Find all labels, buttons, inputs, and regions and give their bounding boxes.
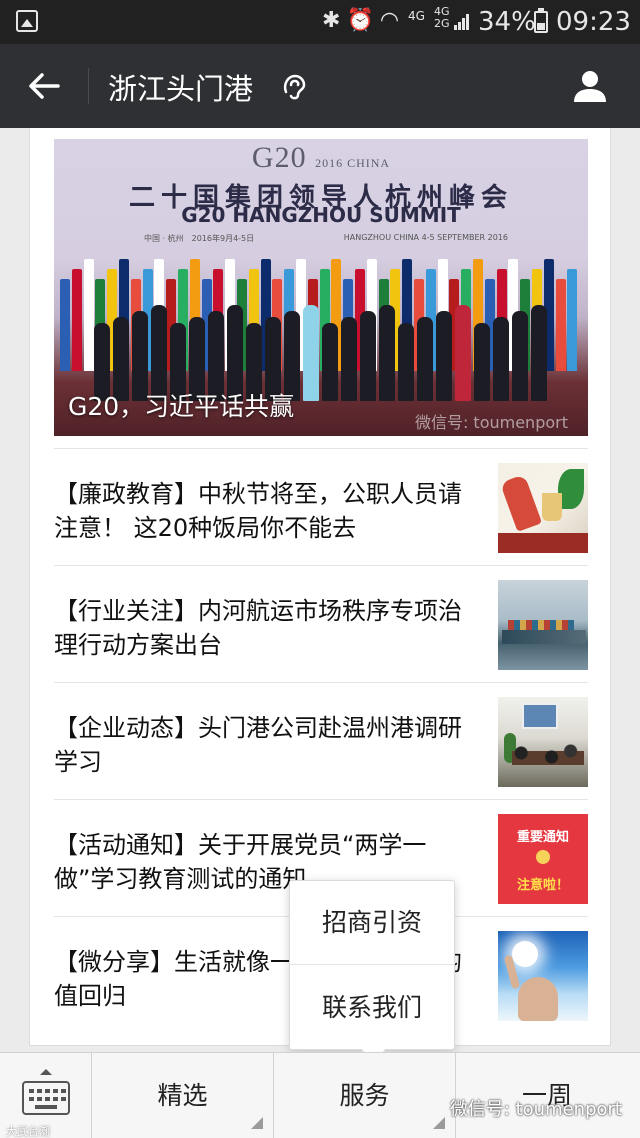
network-stack: 4G 2G: [434, 5, 450, 30]
bottom-watermark-small: 大武台潮: [6, 1125, 50, 1138]
alarm-icon: ⏰: [346, 8, 380, 33]
leader-figure: [303, 305, 319, 401]
header-divider: [88, 68, 89, 104]
article-thumbnail: 重要通知 注意啦！: [498, 814, 588, 904]
leader-figure: [379, 305, 395, 401]
wifi-icon: ◠: [379, 8, 406, 33]
article-thumbnail: [498, 931, 588, 1021]
submenu-item-contact[interactable]: 联系我们: [290, 966, 454, 1050]
flag: [567, 269, 578, 371]
leader-figure: [417, 317, 433, 401]
menu-featured[interactable]: 精选: [92, 1053, 274, 1138]
leader-figure: [436, 311, 452, 401]
flag: [71, 269, 82, 371]
flag: [60, 279, 70, 371]
battery-percent: 34%: [478, 7, 536, 37]
chevron-up-icon: [40, 1069, 52, 1075]
article-title: 【廉政教育】中秋节将至，公职人员请注意！ 这20种饭局你不能去: [54, 480, 462, 542]
page-title: 浙江头门港: [108, 72, 254, 106]
bluetooth-icon: ✱: [322, 8, 347, 33]
leader-figure: [455, 305, 471, 401]
leader-figure: [322, 323, 338, 401]
leader-figure: [512, 311, 528, 401]
gallery-icon: [16, 10, 38, 32]
leaders-group: [94, 289, 548, 401]
clock: 09:23: [556, 7, 631, 37]
title-bar: 浙江头门港: [0, 44, 640, 128]
article-title: 【企业动态】头门港公司赴温州港调研学习: [54, 714, 462, 776]
article-thumbnail: [498, 580, 588, 670]
banner-meta: 中国 · 杭州 2016年9月4-5日 HANGZHOU CHINA 4-5 S…: [144, 233, 508, 243]
battery-icon: [534, 8, 548, 33]
hero-banner[interactable]: G20 2016 CHINA 二十国集团领导人杭州峰会 G20 HANGZHOU…: [54, 139, 588, 436]
service-submenu: 招商引资 联系我们: [289, 880, 455, 1050]
submenu-indicator-icon: [251, 1117, 263, 1129]
signal-icon: [454, 14, 470, 30]
article-item[interactable]: 【行业关注】内河航运市场秩序专项治理行动方案出台: [54, 565, 588, 682]
menu-service[interactable]: 服务: [274, 1053, 456, 1138]
banner-title-en: G20 HANGZHOU SUMMIT: [181, 203, 461, 227]
leader-figure: [398, 323, 414, 401]
hero-caption: G20，习近平话共赢: [68, 392, 295, 421]
leader-figure: [531, 305, 547, 401]
network-type: 4G: [408, 9, 425, 23]
article-thumbnail: [498, 697, 588, 787]
bottom-watermark: 微信号: toumenport: [449, 1099, 622, 1120]
party-emblem-icon: [536, 850, 550, 864]
leader-figure: [493, 317, 509, 401]
submenu-item-investment[interactable]: 招商引资: [290, 881, 454, 965]
bottom-menu-bar: 精选 服务 一周 微信号: toumenport 大武台潮: [0, 1052, 640, 1138]
back-arrow-icon[interactable]: [24, 66, 64, 106]
leader-figure: [360, 311, 376, 401]
status-icons: ✱⏰◠: [322, 8, 405, 33]
submenu-indicator-icon: [433, 1117, 445, 1129]
user-profile-icon[interactable]: [570, 66, 610, 106]
keyboard-icon: [22, 1081, 70, 1115]
article-title: 【行业关注】内河航运市场秩序专项治理行动方案出台: [54, 597, 462, 659]
flag: [555, 279, 566, 371]
article-item[interactable]: 【廉政教育】中秋节将至，公职人员请注意！ 这20种饭局你不能去: [54, 448, 588, 565]
article-item[interactable]: 【企业动态】头门港公司赴温州港调研学习: [54, 682, 588, 799]
leader-figure: [474, 323, 490, 401]
hero-watermark: 微信号: toumenport: [414, 413, 568, 432]
flag: [83, 259, 94, 371]
g20-logo: G20 2016 CHINA: [251, 141, 391, 174]
status-bar: ✱⏰◠ 4G 4G 2G 34% 09:23: [0, 0, 640, 44]
leader-figure: [341, 317, 357, 401]
article-thumbnail: [498, 463, 588, 553]
listen-icon[interactable]: [280, 72, 310, 102]
